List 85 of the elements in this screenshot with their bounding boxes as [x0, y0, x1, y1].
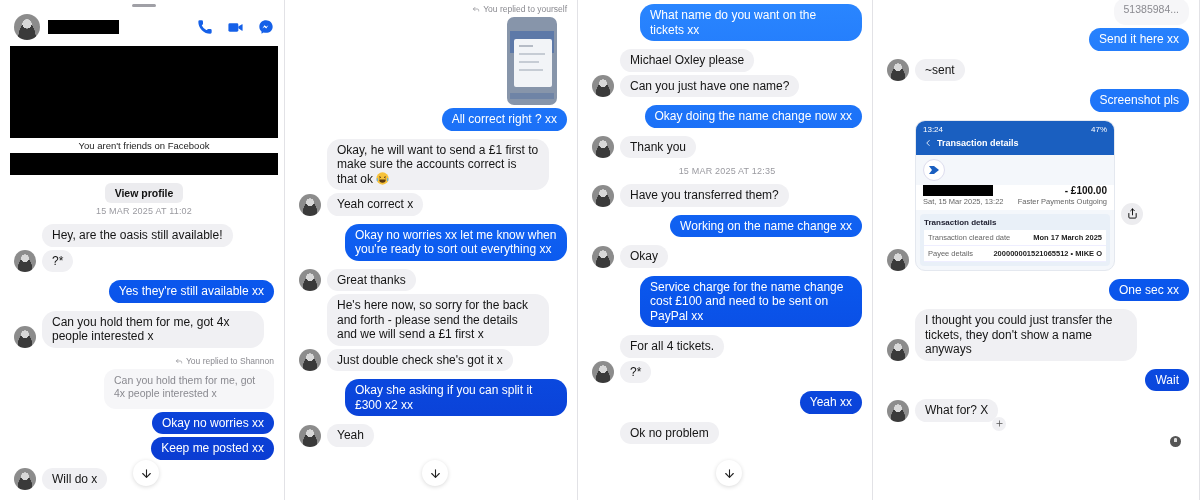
incoming-message[interactable]: ?*	[620, 360, 652, 383]
phone-screenshot-drawing[interactable]	[507, 17, 557, 105]
avatar[interactable]	[887, 338, 909, 361]
incoming-message[interactable]: Have you transferred them?	[620, 184, 789, 207]
incoming-message[interactable]: What for? X	[915, 399, 999, 422]
share-button[interactable]	[1121, 202, 1143, 225]
reply-icon	[174, 356, 183, 365]
avatar[interactable]	[592, 184, 614, 207]
screen-title: Transaction details	[937, 137, 1019, 148]
avatar[interactable]	[299, 424, 321, 447]
avatar[interactable]	[14, 250, 36, 272]
incoming-message[interactable]: Ok no problem	[620, 421, 719, 444]
incoming-message[interactable]: ?*	[42, 249, 74, 272]
phone-icon[interactable]	[197, 19, 213, 35]
avatar[interactable]	[887, 59, 909, 81]
incoming-message[interactable]: Yeah	[327, 424, 374, 447]
avatar[interactable]	[299, 193, 321, 216]
incoming-message[interactable]: Thank you	[620, 135, 697, 158]
incoming-message[interactable]: Okay, he will want to send a £1 first to make sure the accounts correct is that ok	[327, 138, 549, 190]
share-icon	[1126, 208, 1138, 219]
incoming-message[interactable]: Hey, are the oasis still available!	[42, 224, 233, 247]
outgoing-message[interactable]: Working on the name change xx	[670, 214, 862, 237]
incoming-message[interactable]: For all 4 tickets.	[620, 335, 725, 358]
timestamp: 15 MAR 2025 AT 11:02	[95, 206, 193, 216]
incoming-message[interactable]: Will do x	[42, 467, 108, 490]
avatar[interactable]	[592, 136, 614, 158]
incoming-message[interactable]: Yeah correct x	[327, 193, 424, 216]
outgoing-message[interactable]: Okay no worries xx let me know when you're ready to sort out everything xx	[345, 223, 567, 261]
seen-avatar	[1170, 435, 1181, 447]
plus-icon	[994, 419, 1004, 428]
outgoing-message[interactable]: Screenshot pls	[1089, 89, 1189, 112]
outgoing-message[interactable]: Wait	[1145, 368, 1189, 391]
outgoing-message[interactable]: Service charge for the name change cost £100 and need to be sent on PayPal xx	[640, 275, 862, 327]
avatar[interactable]	[299, 269, 321, 291]
arrow-down-icon	[722, 466, 736, 480]
avatar[interactable]	[14, 325, 36, 348]
messenger-icon[interactable]	[258, 19, 274, 35]
incoming-message[interactable]: I thought you could just transfer the tickets, they don't show a name anyways	[915, 309, 1137, 361]
status-time: 13:24	[923, 124, 944, 134]
incoming-message[interactable]: Michael Oxley please	[620, 49, 755, 72]
avatar[interactable]	[887, 399, 909, 422]
outgoing-message[interactable]: Yeah xx	[799, 391, 862, 414]
outgoing-message[interactable]: All correct right ? xx	[441, 108, 567, 131]
outgoing-message[interactable]: Okay she asking if you can split it £300 x2 xx	[345, 379, 567, 416]
arrow-down-icon	[428, 466, 442, 480]
incoming-message[interactable]: Great thanks	[327, 268, 416, 291]
outgoing-message[interactable]: Send it here xx	[1088, 28, 1189, 51]
outgoing-message[interactable]: Okay doing the name change now xx	[644, 105, 862, 128]
outgoing-message[interactable]: What name do you want on the tickets xx	[640, 4, 862, 41]
add-reaction-button[interactable]	[992, 416, 1007, 431]
outgoing-message[interactable]: Yes they're still available xx	[108, 280, 274, 303]
incoming-message[interactable]: Can you hold them for me, got 4x people interested x	[42, 310, 264, 348]
drag-handle[interactable]	[132, 4, 156, 7]
incoming-message[interactable]: Just double check she's got it x	[327, 348, 513, 371]
back-icon[interactable]	[923, 137, 933, 148]
avatar[interactable]	[592, 75, 614, 97]
avatar[interactable]	[14, 468, 36, 490]
incoming-message[interactable]: Okay	[620, 245, 668, 268]
bank-logo-icon	[923, 158, 945, 181]
battery-level: 47%	[1091, 124, 1107, 134]
reply-label: You replied to yourself	[472, 4, 567, 14]
redaction-bar	[923, 184, 993, 196]
notice-text: You aren't friends on Facebook	[78, 140, 210, 151]
avatar[interactable]	[14, 14, 40, 40]
outgoing-message[interactable]: Okay no worries xx	[151, 411, 274, 434]
arrow-down-icon	[139, 466, 153, 480]
scroll-down-button[interactable]	[716, 460, 743, 486]
reply-icon	[472, 5, 481, 13]
view-profile-button[interactable]: View profile	[104, 183, 184, 203]
outgoing-message[interactable]: One sec xx	[1108, 278, 1189, 301]
avatar[interactable]	[299, 349, 321, 371]
reply-label: You replied to Shannon	[174, 355, 274, 366]
outgoing-message[interactable]: Keep me posted xx	[151, 437, 274, 460]
redaction-bar	[48, 20, 119, 34]
incoming-message[interactable]: ~sent	[915, 58, 965, 81]
avatar[interactable]	[592, 361, 614, 383]
section-title: Transaction details	[924, 217, 998, 227]
incoming-message[interactable]: He's here now, so sorry for the back and forth - please send the details and we will send a £1 first x	[327, 294, 549, 346]
incoming-message[interactable]: Can you just have one name?	[620, 74, 800, 97]
avatar[interactable]	[592, 245, 614, 268]
scroll-down-button[interactable]	[422, 460, 449, 486]
scroll-down-button[interactable]	[133, 460, 160, 486]
avatar[interactable]	[887, 248, 909, 271]
timestamp: 15 MAR 2025 AT 12:35	[678, 166, 776, 176]
amount: - £100.00	[1064, 184, 1107, 196]
